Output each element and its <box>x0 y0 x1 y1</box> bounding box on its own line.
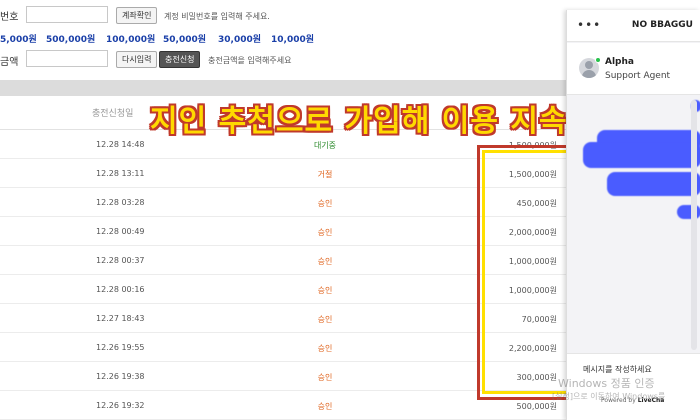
account-input[interactable] <box>26 6 108 23</box>
row-date: 12.28 00:16 <box>96 285 145 294</box>
row-date: 12.28 14:48 <box>96 140 145 149</box>
row-date: 12.26 19:32 <box>96 401 145 410</box>
row-date: 12.28 03:28 <box>96 198 145 207</box>
row-amount: 500,000원 <box>516 402 557 411</box>
agent-name: Alpha <box>605 57 634 67</box>
agent-card: Alpha Support Agent <box>567 43 700 95</box>
amount-preset-0[interactable]: 5,000원 <box>0 32 37 45</box>
row-date: 12.28 13:11 <box>96 169 145 178</box>
submit-charge-button[interactable]: 충전신청 <box>159 51 201 68</box>
windows-activation-watermark: Windows 정품 인증 <box>558 377 655 390</box>
amount-label: 금액 <box>0 57 19 68</box>
row-status: 승인 <box>317 199 333 208</box>
row-status: 승인 <box>317 402 333 411</box>
amount-input[interactable] <box>26 50 108 67</box>
amount-preset-4[interactable]: 30,000원 <box>218 32 261 45</box>
row-status: 승인 <box>317 286 333 295</box>
account-hint: 계정 비밀번호를 입력해 주세요. <box>164 12 270 21</box>
chat-message-bubble <box>607 172 700 196</box>
row-status: 승인 <box>317 257 333 266</box>
date-column-header: 충전신청일 <box>92 109 134 119</box>
more-dots-icon[interactable]: ••• <box>577 18 601 32</box>
reset-button[interactable]: 다시입력 <box>116 51 158 68</box>
chat-input-placeholder: 메시지를 작성하세요 <box>583 365 652 374</box>
row-status: 승인 <box>317 344 333 353</box>
row-date: 12.28 00:49 <box>96 227 145 236</box>
chat-header: ••• NO BBAGGU <box>567 10 700 42</box>
amount-preset-2[interactable]: 100,000원 <box>106 32 155 45</box>
chat-message-bubble <box>583 142 700 168</box>
chat-brand: NO BBAGGU <box>631 20 693 30</box>
account-label: 번호 <box>0 12 19 23</box>
row-date: 12.26 19:55 <box>96 343 145 352</box>
livechat-panel: ••• NO BBAGGU Alpha Support Agent 메시지를 작… <box>566 10 700 420</box>
row-date: 12.28 00:37 <box>96 256 145 265</box>
row-status: 대기중 <box>313 141 337 150</box>
row-status: 승인 <box>317 228 333 237</box>
online-status-icon <box>595 57 601 63</box>
agent-role: Support Agent <box>605 71 671 81</box>
promo-banner: 지인 추천으로 가입해 이용 지속 <box>150 104 568 139</box>
chat-scrollbar[interactable] <box>691 100 697 350</box>
row-date: 12.27 18:43 <box>96 314 145 323</box>
amount-preset-5[interactable]: 10,000원 <box>271 32 314 45</box>
amount-hint: 충전금액을 입력해주세요 <box>208 56 292 65</box>
amount-preset-3[interactable]: 50,000원 <box>163 32 206 45</box>
row-date: 12.26 19:38 <box>96 372 145 381</box>
row-status: 승인 <box>317 315 333 324</box>
account-check-button[interactable]: 계좌확인 <box>116 7 158 24</box>
row-status: 승인 <box>317 373 333 382</box>
row-status: 거절 <box>317 170 333 179</box>
windows-activation-watermark-sub: [설정]으로 이동하여 Windows를 <box>552 392 666 401</box>
amount-preset-1[interactable]: 500,000원 <box>46 32 95 45</box>
